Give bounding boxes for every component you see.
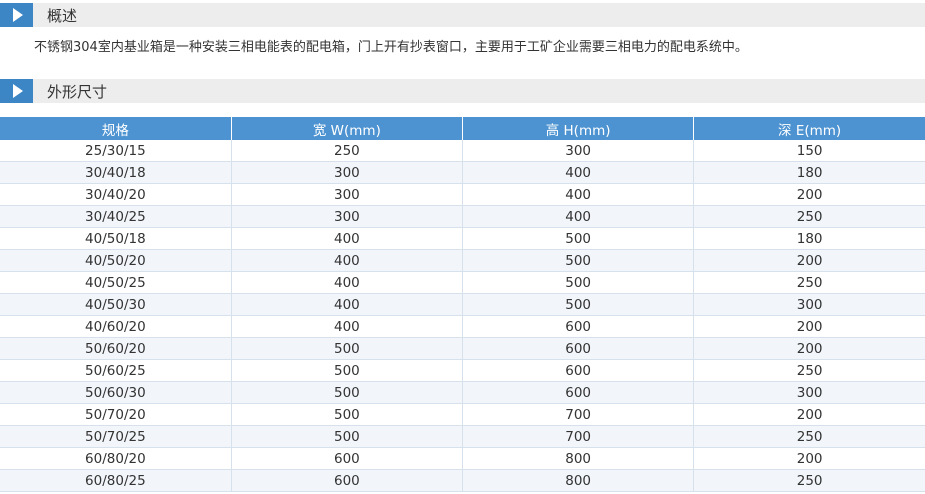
cell-spec: 50/70/20	[0, 403, 232, 426]
section-header-dimensions: 外形尺寸	[0, 79, 925, 103]
play-triangle-icon	[0, 3, 33, 27]
header-depth: 深 E(mm)	[693, 117, 925, 140]
cell-width: 250	[231, 140, 464, 162]
cell-spec: 40/50/18	[0, 227, 232, 250]
cell-spec: 60/80/20	[0, 447, 232, 470]
cell-width: 300	[231, 161, 464, 184]
cell-width: 400	[231, 271, 464, 294]
cell-width: 400	[231, 293, 464, 316]
cell-width: 500	[231, 337, 464, 360]
cell-depth: 180	[693, 227, 925, 250]
section-header-overview: 概述	[0, 3, 925, 27]
table-body: 25/30/15 250 300 150 30/40/18 300 400 180 30/40/…	[0, 140, 925, 492]
cell-spec: 30/40/25	[0, 205, 232, 228]
table-row: 25/30/15 250 300 150	[0, 140, 925, 162]
cell-width: 500	[231, 425, 464, 448]
cell-height: 600	[462, 381, 695, 404]
cell-height: 600	[462, 337, 695, 360]
header-width: 宽 W(mm)	[231, 117, 464, 140]
cell-width: 600	[231, 469, 464, 492]
cell-width: 600	[231, 447, 464, 470]
cell-spec: 30/40/18	[0, 161, 232, 184]
table-row: 50/60/30 500 600 300	[0, 381, 925, 404]
cell-width: 300	[231, 183, 464, 206]
play-triangle-icon	[0, 79, 33, 103]
cell-spec: 40/50/30	[0, 293, 232, 316]
product-description: 不锈钢304室内基业箱是一种安装三相电能表的配电箱，门上开有抄表窗口，主要用于工…	[34, 40, 748, 55]
cell-spec: 50/60/30	[0, 381, 232, 404]
table-row: 40/50/18 400 500 180	[0, 227, 925, 250]
cell-spec: 50/60/25	[0, 359, 232, 382]
cell-width: 400	[231, 227, 464, 250]
cell-depth: 200	[693, 183, 925, 206]
cell-height: 500	[462, 271, 695, 294]
table-row: 60/80/20 600 800 200	[0, 447, 925, 470]
cell-depth: 250	[693, 271, 925, 294]
table-row: 30/40/18 300 400 180	[0, 161, 925, 184]
cell-height: 600	[462, 359, 695, 382]
cell-depth: 150	[693, 140, 925, 162]
header-height: 高 H(mm)	[462, 117, 695, 140]
cell-depth: 200	[693, 249, 925, 272]
cell-depth: 300	[693, 293, 925, 316]
table-row: 40/50/30 400 500 300	[0, 293, 925, 316]
cell-height: 800	[462, 469, 695, 492]
cell-spec: 30/40/20	[0, 183, 232, 206]
cell-depth: 300	[693, 381, 925, 404]
section-title-dimensions: 外形尺寸	[47, 82, 108, 101]
cell-depth: 250	[693, 205, 925, 228]
cell-height: 600	[462, 315, 695, 338]
cell-height: 400	[462, 161, 695, 184]
cell-width: 500	[231, 381, 464, 404]
table-row: 50/60/25 500 600 250	[0, 359, 925, 382]
cell-height: 400	[462, 183, 695, 206]
cell-depth: 200	[693, 315, 925, 338]
cell-spec: 50/70/25	[0, 425, 232, 448]
table-row: 50/70/20 500 700 200	[0, 403, 925, 426]
cell-width: 400	[231, 315, 464, 338]
cell-spec: 40/50/25	[0, 271, 232, 294]
section-title-overview: 概述	[47, 6, 78, 25]
cell-width: 500	[231, 403, 464, 426]
dimensions-table: 规格 宽 W(mm) 高 H(mm) 深 E(mm) 25/30/15 250 30…	[0, 117, 925, 492]
cell-width: 400	[231, 249, 464, 272]
cell-depth: 250	[693, 359, 925, 382]
cell-width: 500	[231, 359, 464, 382]
cell-height: 400	[462, 205, 695, 228]
cell-height: 300	[462, 140, 695, 162]
cell-spec: 25/30/15	[0, 140, 232, 162]
cell-height: 800	[462, 447, 695, 470]
cell-depth: 250	[693, 469, 925, 492]
cell-spec: 40/50/20	[0, 249, 232, 272]
table-row: 50/70/25 500 700 250	[0, 425, 925, 448]
cell-spec: 50/60/20	[0, 337, 232, 360]
cell-height: 500	[462, 249, 695, 272]
cell-height: 700	[462, 403, 695, 426]
cell-depth: 200	[693, 403, 925, 426]
cell-depth: 180	[693, 161, 925, 184]
table-row: 30/40/20 300 400 200	[0, 183, 925, 206]
table-row: 40/50/20 400 500 200	[0, 249, 925, 272]
table-row: 40/50/25 400 500 250	[0, 271, 925, 294]
cell-height: 500	[462, 293, 695, 316]
cell-depth: 250	[693, 425, 925, 448]
header-spec: 规格	[0, 117, 232, 140]
cell-height: 700	[462, 425, 695, 448]
table-header-row: 规格 宽 W(mm) 高 H(mm) 深 E(mm)	[0, 117, 925, 140]
cell-height: 500	[462, 227, 695, 250]
cell-depth: 200	[693, 447, 925, 470]
table-row: 50/60/20 500 600 200	[0, 337, 925, 360]
table-row: 40/60/20 400 600 200	[0, 315, 925, 338]
cell-spec: 40/60/20	[0, 315, 232, 338]
cell-width: 300	[231, 205, 464, 228]
table-row: 60/80/25 600 800 250	[0, 469, 925, 492]
cell-spec: 60/80/25	[0, 469, 232, 492]
table-row: 30/40/25 300 400 250	[0, 205, 925, 228]
cell-depth: 200	[693, 337, 925, 360]
